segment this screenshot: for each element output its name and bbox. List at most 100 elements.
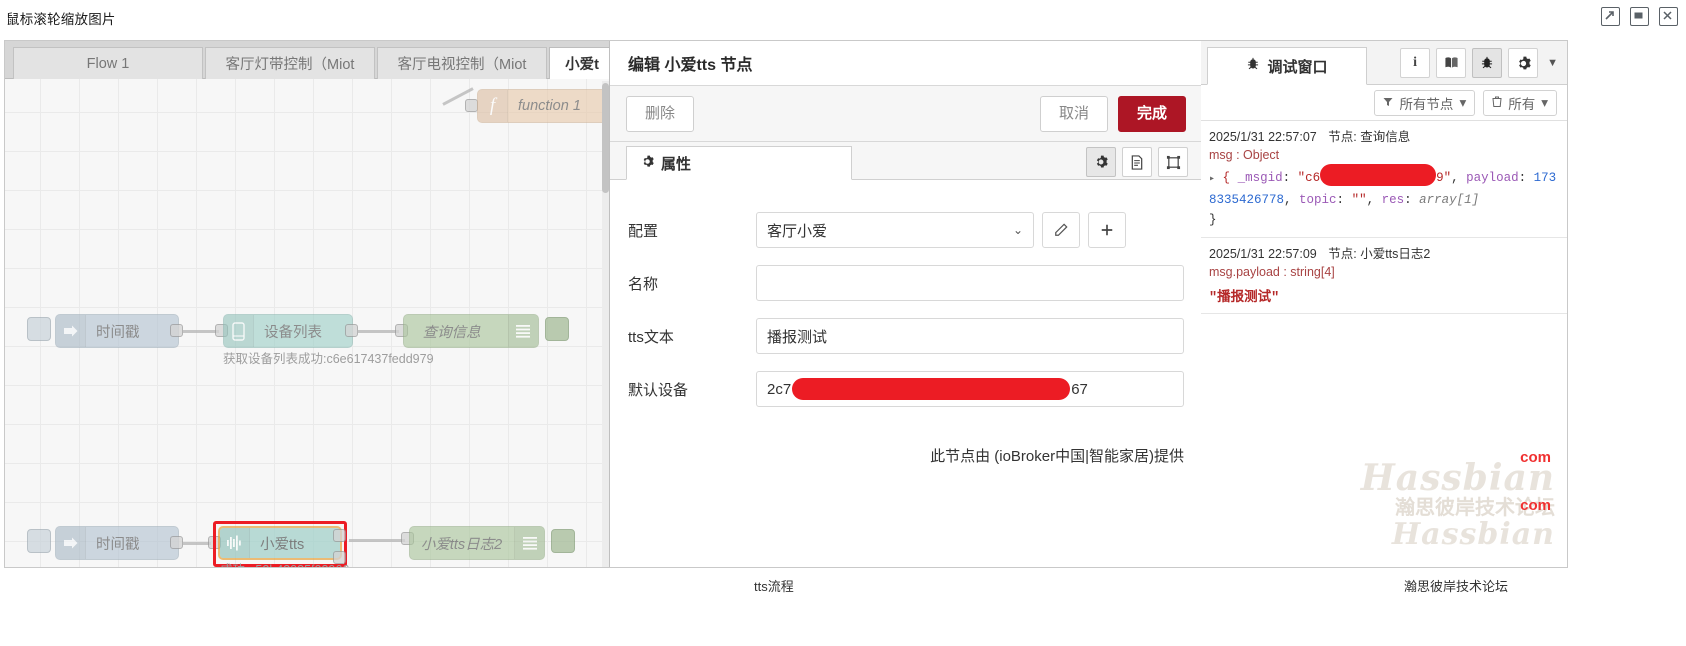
tab-properties[interactable]: 属性: [626, 146, 852, 180]
flow-tab-label: 客厅电视控制（Miot: [397, 57, 527, 73]
redaction-bar: [1320, 164, 1437, 186]
expand-twisty-icon[interactable]: ▸: [1209, 174, 1215, 185]
flow-node-inject-2[interactable]: 时间戳: [55, 526, 179, 560]
device-icon: [224, 315, 254, 347]
flow-canvas[interactable]: f function 1 时间戳 设备列表 查询信息 获取设备列表成功:c6e6…: [5, 79, 609, 567]
audio-wave-icon: [220, 528, 250, 558]
flow-tabs: Flow 1 客厅灯带控制（Miot 客厅电视控制（Miot 小爱t: [5, 41, 609, 79]
sidebar-tab-label: 调试窗口: [1267, 58, 1328, 76]
chevron-down-icon[interactable]: ▼: [1544, 57, 1561, 69]
add-icon[interactable]: [1088, 212, 1126, 248]
info-icon[interactable]: i: [1400, 48, 1431, 78]
debug-timestamp: 2025/1/31 22:57:09: [1209, 247, 1317, 261]
field-row-config: 配置 客厅小爱 ⌄: [628, 212, 1184, 248]
json-string: "": [1351, 193, 1367, 207]
flow-node-xiaoai-tts[interactable]: 小爱tts: [218, 526, 342, 560]
debug-toggle-button[interactable]: [545, 317, 569, 341]
node-status-label: 获取设备列表成功:c6e617437fedd979: [223, 352, 434, 366]
config-select[interactable]: 客厅小爱 ⌄: [756, 212, 1034, 248]
flow-node-debug-1[interactable]: 查询信息: [403, 314, 539, 348]
chevron-down-icon: ▾: [1459, 94, 1467, 110]
default-device-prefix: 2c7: [767, 380, 792, 398]
debug-message[interactable]: 2025/1/31 22:57:09 节点: 小爱tts日志2 msg.payl…: [1201, 238, 1567, 314]
help-book-icon[interactable]: [1436, 48, 1467, 78]
flow-node-inject-1[interactable]: 时间戳: [55, 314, 179, 348]
debug-message[interactable]: 2025/1/31 22:57:07 节点: 查询信息 msg : Object…: [1201, 121, 1567, 238]
flow-tab-1[interactable]: 客厅灯带控制（Miot: [205, 47, 375, 79]
window-controls: [1601, 7, 1678, 26]
debug-property: msg.payload : string[4]: [1209, 265, 1335, 279]
wire: [183, 330, 219, 333]
sidebar-filter-bar: 所有节点 ▾ 所有 ▾: [1201, 85, 1567, 121]
flow-node-function[interactable]: f function 1: [477, 89, 609, 123]
restore-icon[interactable]: [1630, 7, 1649, 26]
tts-text-input-value: 播报测试: [767, 328, 828, 346]
flow-tab-0[interactable]: Flow 1: [13, 47, 203, 79]
field-row-default-device: 默认设备 2c7 67: [628, 371, 1184, 407]
field-label-default-device: 默认设备: [628, 381, 689, 399]
flow-tab-2[interactable]: 客厅电视控制（Miot: [377, 47, 547, 79]
json-string: "c6: [1297, 171, 1321, 185]
dialog-body: 配置 客厅小爱 ⌄ 名称 tts文本 播报测试 默认设备 2c7 67 此节点由…: [610, 180, 1202, 567]
wire: [357, 330, 399, 333]
bug-icon: [1246, 57, 1260, 75]
inject-button[interactable]: [27, 317, 51, 341]
node-port[interactable]: [170, 536, 183, 549]
gear-icon[interactable]: [1086, 147, 1116, 177]
clear-all-button[interactable]: 所有 ▾: [1483, 89, 1557, 116]
appearance-icon[interactable]: [1158, 147, 1188, 177]
cancel-button[interactable]: 取消: [1039, 95, 1108, 132]
debug-toggle-button[interactable]: [551, 529, 575, 553]
json-key: res: [1381, 193, 1405, 207]
provider-note: 此节点由 (ioBroker中国|智能家居)提供: [930, 448, 1184, 465]
debug-message-list[interactable]: 2025/1/31 22:57:07 节点: 查询信息 msg : Object…: [1201, 121, 1567, 567]
debug-sidebar: 调试窗口 i ▼ 所有节点 ▾ 所有 ▾ 2025/1/31 22:57:07 …: [1201, 41, 1567, 567]
node-red-editor: Flow 1 客厅灯带控制（Miot 客厅电视控制（Miot 小爱t f fun…: [4, 40, 1568, 568]
filter-nodes-button[interactable]: 所有节点 ▾: [1374, 89, 1476, 116]
json-token: :: [1518, 171, 1534, 185]
delete-button[interactable]: 删除: [626, 95, 695, 132]
debug-object-body[interactable]: ▸ { _msgid: "c6 9", payload: 173833542677…: [1209, 164, 1561, 230]
debug-string-value: "播报测试": [1209, 291, 1280, 306]
edit-pencil-icon[interactable]: [1042, 212, 1080, 248]
node-port[interactable]: [170, 324, 183, 337]
tts-text-input[interactable]: 播报测试: [756, 318, 1184, 354]
field-row-name: 名称: [628, 265, 1184, 301]
debug-node-name: 查询信息: [1360, 130, 1411, 144]
json-key: _msgid: [1237, 171, 1283, 185]
debug-bug-icon[interactable]: [1472, 48, 1503, 78]
filter-icon: [1383, 95, 1393, 110]
debug-lines-icon: [507, 315, 538, 347]
inject-button[interactable]: [27, 529, 51, 553]
sidebar-tab-debug[interactable]: 调试窗口: [1207, 47, 1367, 85]
flow-node-label: 查询信息: [422, 324, 481, 341]
description-icon[interactable]: [1122, 147, 1152, 177]
chevron-down-icon: ▾: [1541, 94, 1548, 110]
dialog-tabstrip: 属性: [610, 142, 1202, 180]
name-input[interactable]: [756, 265, 1184, 301]
canvas-scrollbar[interactable]: [602, 81, 609, 567]
json-token: :: [1336, 193, 1352, 207]
flow-tab-label: 客厅灯带控制（Miot: [225, 57, 355, 73]
default-device-input[interactable]: 2c7 67: [756, 371, 1184, 407]
caption-right: 瀚思彼岸技术论坛: [1404, 579, 1509, 594]
inject-arrow-icon: [56, 527, 86, 559]
flow-tab-3[interactable]: 小爱t: [549, 47, 609, 79]
node-port[interactable]: [333, 529, 346, 542]
close-icon[interactable]: [1659, 7, 1678, 26]
json-token: :: [1282, 171, 1298, 185]
config-select-value: 客厅小爱: [767, 222, 828, 240]
field-row-tts-text: tts文本 播报测试: [628, 318, 1184, 354]
flow-pane: Flow 1 客厅灯带控制（Miot 客厅电视控制（Miot 小爱t f fun…: [5, 41, 609, 567]
debug-lines-icon: [514, 527, 544, 559]
flow-tab-label: Flow 1: [86, 55, 130, 72]
scrollbar-thumb[interactable]: [602, 83, 609, 193]
debug-property: msg : Object: [1209, 148, 1280, 162]
sidebar-tabstrip: 调试窗口 i ▼: [1201, 41, 1567, 85]
flow-node-device-list[interactable]: 设备列表: [223, 314, 353, 348]
config-gear-icon[interactable]: [1508, 48, 1539, 78]
json-type: array[1]: [1419, 193, 1480, 207]
flow-node-debug-2[interactable]: 小爱tts日志2: [409, 526, 545, 560]
done-button[interactable]: 完成: [1117, 95, 1186, 132]
popout-icon[interactable]: [1601, 7, 1620, 26]
